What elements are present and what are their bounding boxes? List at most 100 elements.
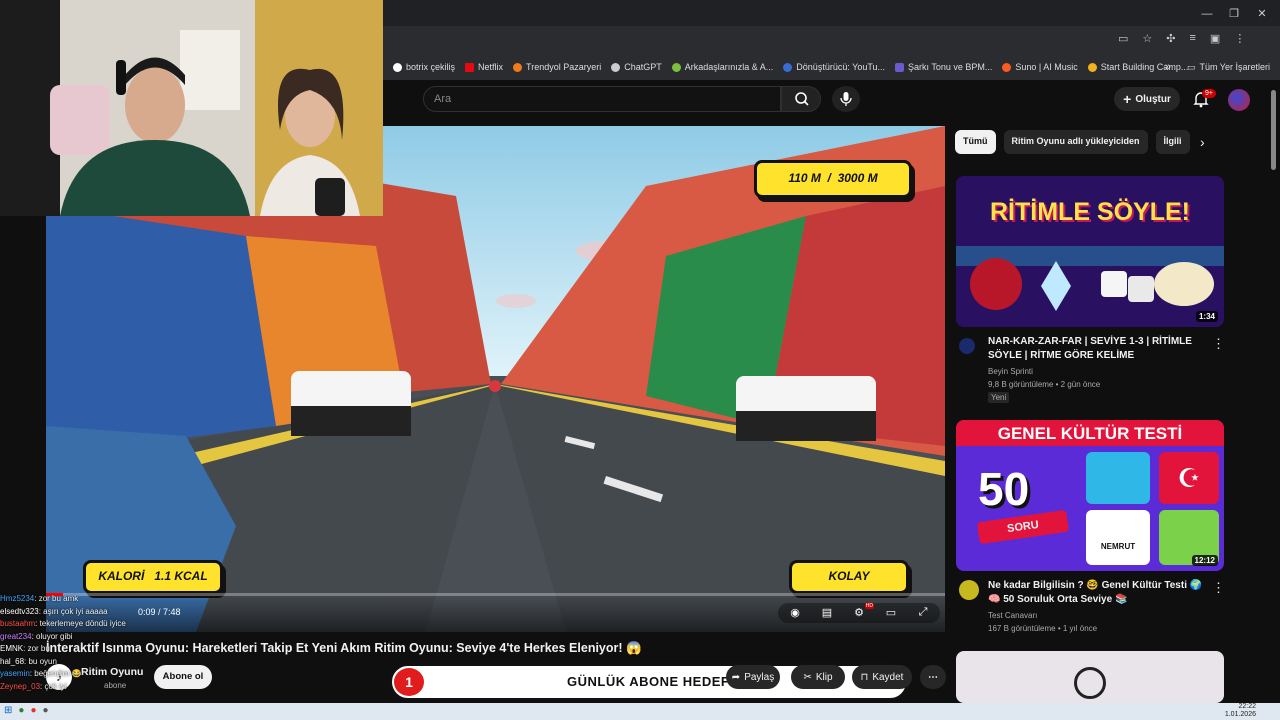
settings-gear-icon[interactable]: ⚙ HD (850, 603, 874, 620)
plus-icon: + (1123, 91, 1132, 107)
bookmark-favicon (393, 62, 402, 72)
suno-favicon (1002, 62, 1012, 72)
taskbar-app-icon[interactable]: ● (18, 705, 24, 716)
bookmarks-right: » ▭ Tüm Yer İşaretleri (1165, 61, 1270, 73)
more-vertical-icon[interactable]: ⋮ (1212, 336, 1225, 352)
channel-avatar[interactable] (959, 338, 975, 354)
browser-toolbar: ▭ ☆ ✣ ≡ ▣ ⋮ (383, 26, 1280, 54)
recommendation-channel[interactable]: Test Canavarı (988, 610, 1037, 622)
recommendation-thumbnail[interactable] (956, 651, 1224, 703)
chat-user: elsedtv323 (0, 606, 39, 616)
search-button[interactable] (781, 86, 821, 112)
recommendation-channel[interactable]: Beyin Sprinti (988, 366, 1033, 378)
bookmark-item[interactable]: Arkadaşlarınızla & A... (671, 62, 773, 72)
menu-icon[interactable]: ⋮ (1234, 32, 1245, 45)
thumbnail-card (1086, 452, 1150, 504)
chat-message: Hmz5234: zor bu amk (0, 594, 79, 603)
bookmark-item[interactable]: Suno | AI Music (1002, 62, 1078, 72)
media-icon[interactable]: ≡ (1190, 32, 1196, 45)
taskbar-app-icon[interactable]: ● (42, 705, 48, 716)
scissors-icon: ✂ (803, 671, 812, 683)
chat-message: Zeynep_03: çok iyi (0, 681, 67, 691)
share-button[interactable]: ➦ Paylaş (726, 665, 780, 689)
minimize-button[interactable]: — (1197, 6, 1217, 22)
start-icon[interactable]: ⊞ (4, 705, 12, 716)
recommendation-title[interactable]: Ne kadar Bilgilisin ? 🤓 Genel Kültür Tes… (988, 579, 1208, 607)
browser-titlebar (383, 0, 1280, 28)
recommendation-meta: 167 B görüntüleme • 1 yıl önce (988, 624, 1098, 633)
cast-icon[interactable]: ▭ (1118, 32, 1128, 45)
subtitles-icon[interactable]: ▤ (818, 606, 836, 620)
netflix-favicon (465, 62, 475, 72)
clip-button[interactable]: ✂ Klip (791, 665, 845, 689)
progress-bar[interactable] (46, 593, 945, 596)
chat-message: elsedtv323: aşırı çok iyi aaaaa (0, 606, 108, 616)
create-button[interactable]: + Oluştur (1114, 87, 1180, 111)
more-vertical-icon[interactable]: ⋮ (1212, 580, 1225, 596)
taskbar-app-icon[interactable]: ● (30, 705, 36, 716)
taskbar-clock[interactable]: 22:22 1.01.2026 (1225, 703, 1256, 719)
thumbnail-title-text: GENEL KÜLTÜR TESTİ (997, 424, 1183, 443)
bookmark-item[interactable]: Netflix (465, 62, 503, 72)
fullscreen-icon[interactable]: ⤢ (914, 606, 932, 620)
page-scrollbar[interactable] (1271, 90, 1276, 170)
podcast-icon (1074, 667, 1106, 699)
recommendation-thumbnail[interactable]: RİTİMLE SÖYLE! 1:34 (956, 176, 1224, 327)
bookmark-icon: ⊓ (860, 671, 869, 683)
voice-search-button[interactable] (832, 86, 860, 112)
more-horizontal-icon: ⋯ (928, 671, 938, 683)
channel-avatar[interactable] (959, 580, 979, 600)
bookmarks-more-button[interactable]: » (1165, 61, 1171, 73)
recommendation-title[interactable]: NAR-KAR-ZAR-FAR | SEVİYE 1-3 | RİTİMLE S… (988, 335, 1198, 363)
chat-message: EMNK: zor bu (0, 644, 50, 653)
chat-message: great234: oluyor gibi (0, 631, 73, 641)
folder-icon: ▭ (1186, 61, 1196, 72)
chatgpt-favicon (611, 62, 621, 72)
bookmark-favicon (783, 62, 793, 72)
chat-user: great234 (0, 631, 32, 641)
goal-current-count: 1 (394, 668, 424, 696)
recommendation-thumbnail[interactable]: GENEL KÜLTÜR TESTİ 50 SORU ☪ NEMRUT 12:1… (956, 420, 1224, 571)
distance-hud: 110 M / 3000 M (754, 160, 912, 198)
calorie-hud: KALORİ 1.1 KCAL (83, 560, 223, 594)
thumbnail-number: 50 (978, 463, 1030, 515)
new-badge: Yeni (988, 392, 1010, 403)
chip-all[interactable]: Tümü (955, 130, 996, 154)
maximize-button[interactable]: ❐ (1224, 6, 1244, 22)
all-bookmarks-link[interactable]: Tüm Yer İşaretleri (1199, 62, 1270, 72)
chat-user: yasemin (0, 669, 30, 678)
bookmark-item[interactable]: Şarkı Tonu ve BPM... (895, 62, 992, 72)
chat-user: hal_68 (0, 656, 25, 666)
video-duration: 1:34 (1195, 311, 1218, 322)
account-avatar[interactable] (1228, 89, 1250, 111)
chat-message: yasemin: beğendim 😂 (0, 669, 82, 678)
thumbnail-title-text: RİTİMLE SÖYLE! (990, 198, 1190, 226)
more-actions-button[interactable]: ⋯ (920, 665, 946, 689)
close-button[interactable]: ✕ (1252, 6, 1272, 22)
miniplayer-icon[interactable]: ▭ (882, 606, 900, 620)
video-title: İnteraktif Isınma Oyunu: Hareketleri Tak… (46, 641, 642, 655)
goal-text: GÜNLÜK ABONE HEDEFİ (567, 674, 734, 689)
chip-from-uploader[interactable]: Ritim Oyunu adlı yükleyiciden (1003, 130, 1148, 154)
chat-user: EMNK (0, 644, 24, 653)
bookmark-favicon (1087, 62, 1097, 72)
subscribe-button[interactable]: Abone ol (154, 665, 212, 689)
chevron-right-icon[interactable]: › (1200, 134, 1205, 150)
bookmark-item[interactable]: Dönüştürücü: YouTu... (783, 62, 885, 72)
webcam-image (0, 0, 383, 216)
profile-icon[interactable]: ▣ (1210, 32, 1220, 45)
player-right-controls: ◉ ▤ ⚙ HD ▭ ⤢ (778, 603, 940, 623)
save-button[interactable]: ⊓ Kaydet (852, 665, 912, 689)
bookmark-item[interactable]: ChatGPT (611, 62, 662, 72)
bookmark-item[interactable]: botrix çekiliş (393, 62, 455, 72)
chat-user: bustaahm (0, 619, 36, 628)
video-duration: 12:12 (1191, 555, 1218, 566)
extensions-icon[interactable]: ✣ (1166, 32, 1175, 45)
chip-related[interactable]: İlgili (1155, 130, 1190, 154)
bookmark-star-icon[interactable]: ☆ (1142, 32, 1152, 45)
bookmark-item[interactable]: Trendyol Pazaryeri (513, 62, 601, 72)
autoplay-toggle-icon[interactable]: ◉ (786, 606, 804, 620)
notification-count-badge: 9+ (1202, 89, 1216, 98)
search-input[interactable]: Ara (423, 86, 781, 112)
filter-chips: Tümü Ritim Oyunu adlı yükleyiciden İlgil… (955, 130, 1190, 154)
